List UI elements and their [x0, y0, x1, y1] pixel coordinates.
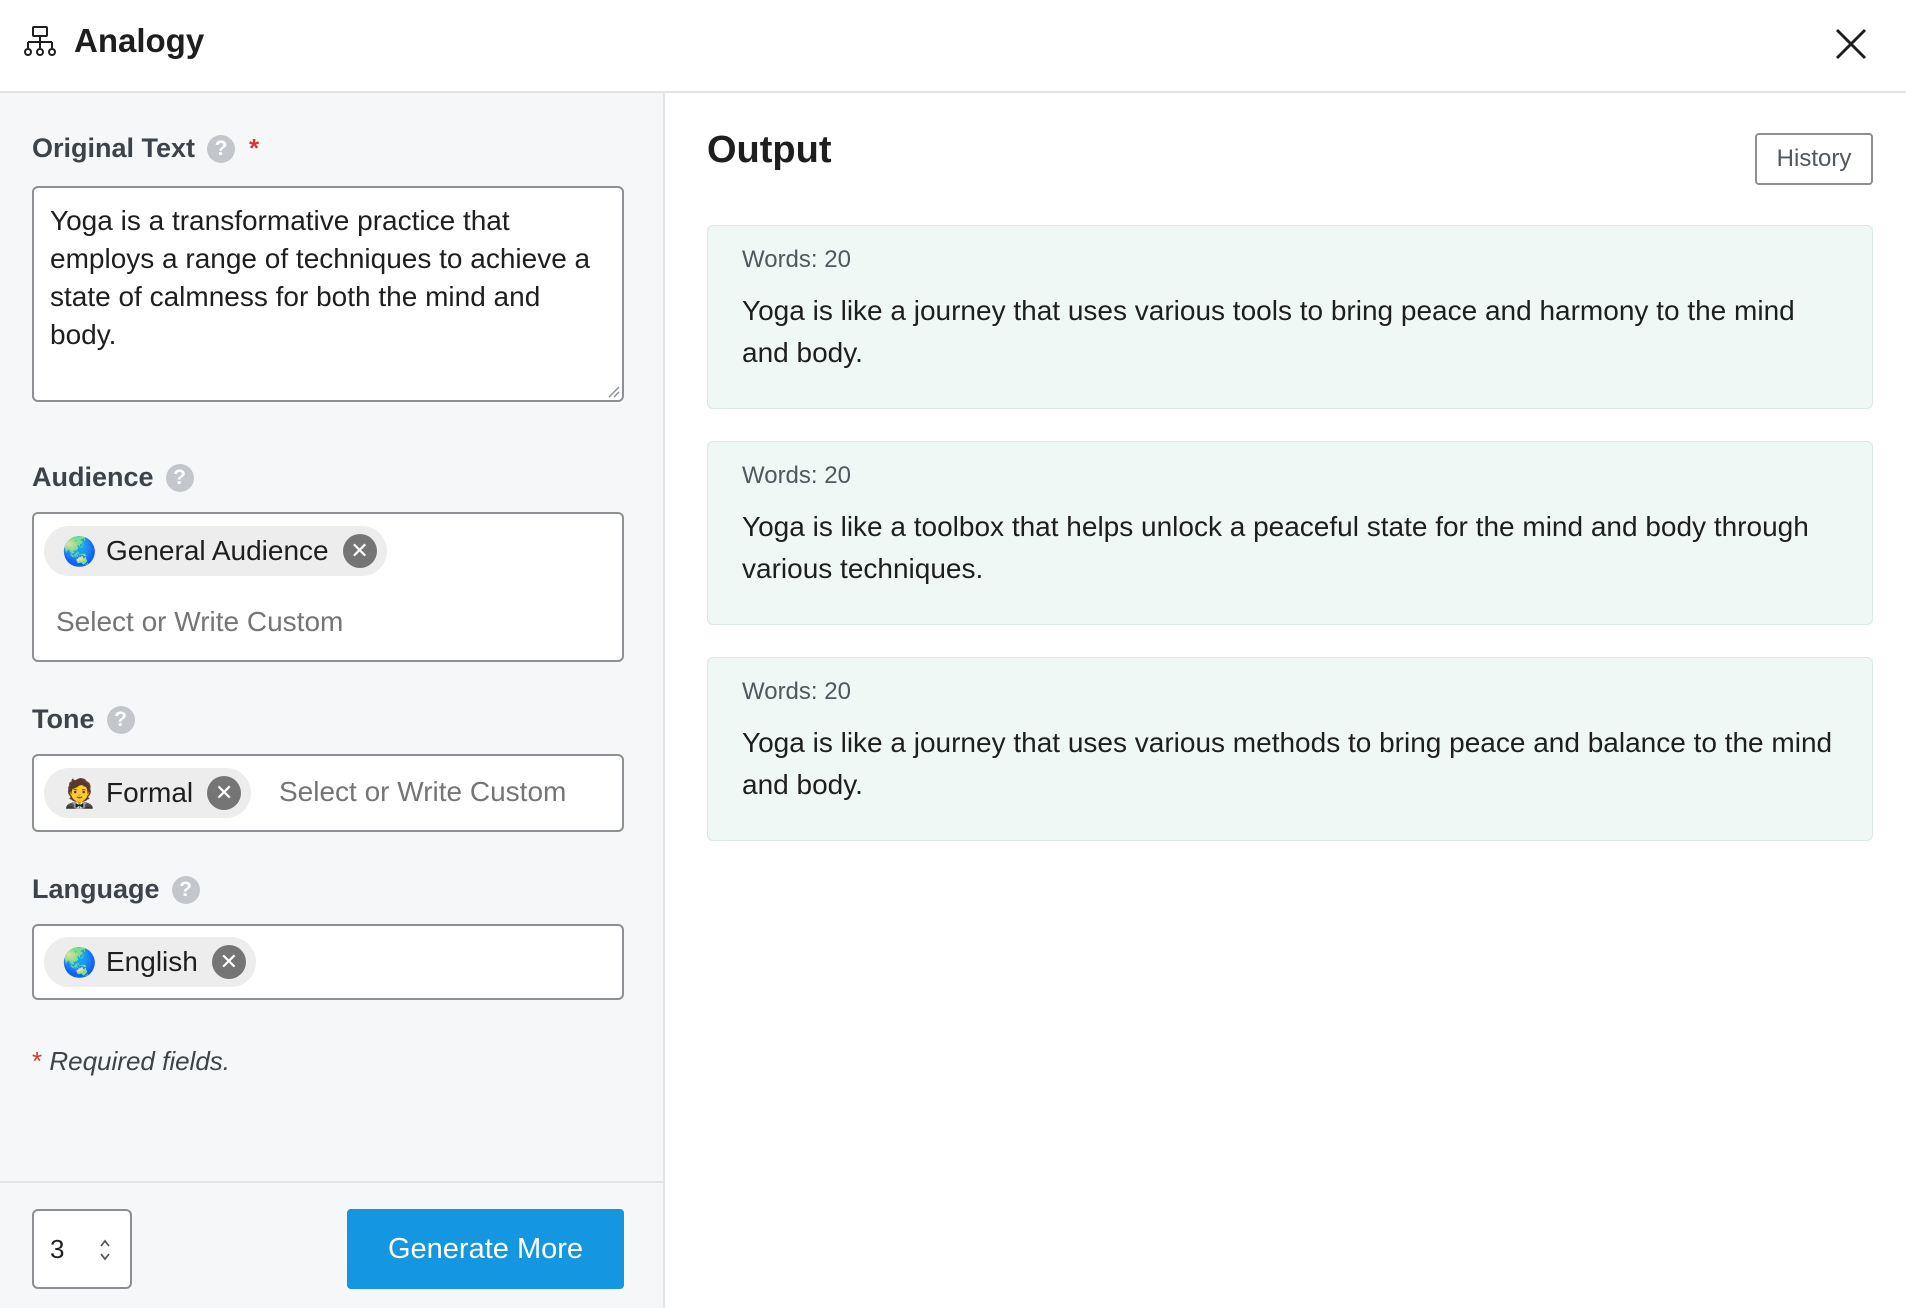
- word-count: Words: 20: [742, 246, 851, 273]
- word-count: Words: 20: [742, 462, 851, 489]
- history-button[interactable]: History: [1755, 133, 1873, 185]
- remove-chip-icon[interactable]: ✕: [342, 534, 377, 568]
- tone-chip: 🤵 Formal ✕: [44, 768, 252, 818]
- audience-placeholder[interactable]: Select or Write Custom: [56, 606, 343, 638]
- language-chip: 🌏 English ✕: [44, 937, 256, 987]
- globe-icon: 🌏: [62, 535, 97, 567]
- help-icon[interactable]: ?: [165, 463, 194, 492]
- result-card: Words: 20 Yoga is like a journey that us…: [707, 225, 1873, 409]
- tone-select[interactable]: 🤵 Formal ✕ Select or Write Custom: [32, 754, 624, 832]
- audience-chip: 🌏 General Audience ✕: [44, 526, 387, 576]
- audience-select[interactable]: 🌏 General Audience ✕ Select or Write Cus…: [32, 512, 624, 662]
- sitemap-icon: [24, 26, 56, 56]
- language-label: Language ?: [32, 874, 200, 905]
- modal-title: Analogy: [74, 22, 205, 59]
- spinner-arrows-icon[interactable]: [98, 1235, 112, 1265]
- tone-placeholder[interactable]: Select or Write Custom: [279, 776, 566, 808]
- help-icon[interactable]: ?: [171, 875, 200, 904]
- count-stepper[interactable]: 3: [32, 1209, 132, 1289]
- close-icon[interactable]: [1831, 24, 1871, 64]
- tone-label: Tone ?: [32, 704, 135, 735]
- person-icon: 🤵: [62, 777, 97, 809]
- result-text: Yoga is like a journey that uses various…: [742, 727, 1833, 800]
- output-title: Output: [707, 129, 832, 171]
- output-panel: Output History Words: 20 Yoga is like a …: [665, 93, 1906, 1308]
- help-icon[interactable]: ?: [207, 134, 236, 163]
- result-text: Yoga is like a toolbox that helps unlock…: [742, 511, 1809, 584]
- globe-icon: 🌏: [62, 946, 97, 978]
- required-note: * Required fields.: [32, 1046, 231, 1076]
- word-count: Words: 20: [742, 678, 851, 705]
- modal-header: Analogy: [0, 0, 1906, 93]
- original-text-input[interactable]: Yoga is a transformative practice that e…: [32, 186, 624, 402]
- audience-label: Audience ?: [32, 462, 194, 493]
- required-star: *: [249, 133, 260, 163]
- form-footer: 3 Generate More: [0, 1181, 663, 1308]
- result-card: Words: 20 Yoga is like a journey that us…: [707, 657, 1873, 841]
- original-text-label: Original Text ? *: [32, 133, 260, 163]
- help-icon[interactable]: ?: [106, 705, 135, 734]
- input-panel: Original Text ? * Yoga is a transformati…: [0, 93, 665, 1308]
- language-select[interactable]: 🌏 English ✕: [32, 924, 624, 1000]
- remove-chip-icon[interactable]: ✕: [207, 776, 242, 810]
- result-card: Words: 20 Yoga is like a toolbox that he…: [707, 441, 1873, 625]
- resize-handle-icon[interactable]: [606, 384, 620, 398]
- generate-more-button[interactable]: Generate More: [347, 1209, 624, 1289]
- result-text: Yoga is like a journey that uses various…: [742, 295, 1795, 368]
- remove-chip-icon[interactable]: ✕: [211, 945, 246, 979]
